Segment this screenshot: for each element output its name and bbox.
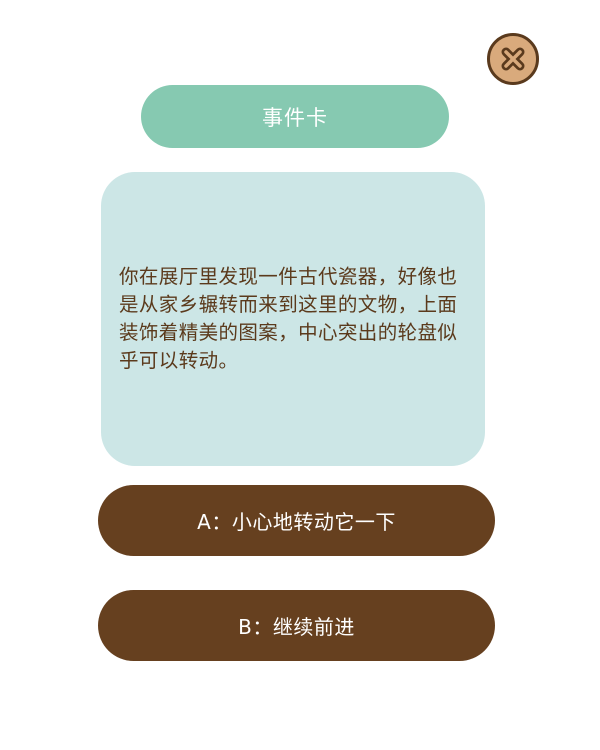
story-panel: 你在展厅里发现一件古代瓷器，好像也是从家乡辗转而来到这里的文物，上面装饰着精美的…	[101, 172, 485, 466]
story-text: 你在展厅里发现一件古代瓷器，好像也是从家乡辗转而来到这里的文物，上面装饰着精美的…	[119, 265, 458, 372]
choice-b-button[interactable]: B：继续前进	[98, 590, 495, 661]
close-button[interactable]	[487, 33, 539, 85]
choice-b-label: B：继续前进	[238, 615, 355, 639]
close-icon	[497, 43, 529, 75]
event-card-title-text: 事件卡	[262, 105, 328, 130]
choice-a-button[interactable]: A：小心地转动它一下	[98, 485, 495, 556]
event-card-title: 事件卡	[141, 85, 449, 148]
choice-a-label: A：小心地转动它一下	[197, 510, 396, 534]
